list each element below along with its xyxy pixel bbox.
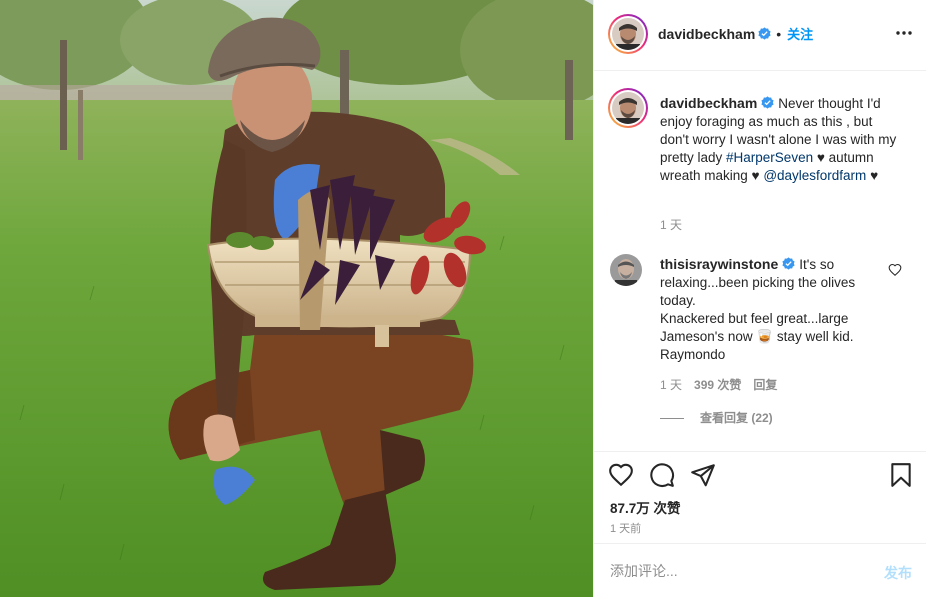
comment-meta: 1 天 399 次赞 回复	[660, 376, 789, 393]
comment-like-heart-icon[interactable]	[888, 263, 902, 277]
caption-author-avatar[interactable]	[608, 88, 648, 128]
caption-verified-badge-icon	[761, 96, 774, 109]
comment-reply-button[interactable]: 回复	[753, 378, 777, 392]
action-bar: 87.7万 次赞 1 天前	[594, 451, 926, 543]
share-icon[interactable]	[690, 462, 716, 488]
caption-meta: 1 天	[660, 216, 694, 233]
bookmark-icon[interactable]	[888, 462, 914, 488]
hashtag-link[interactable]: #HarperSeven	[726, 150, 813, 165]
commenter-avatar-image	[610, 254, 642, 286]
post-comment-button[interactable]: 发布	[884, 563, 912, 583]
caption-text: davidbeckham Never thought I'd enjoy fora…	[660, 94, 900, 185]
caption-age[interactable]: 1 天	[660, 218, 682, 232]
caption-avatar-image	[612, 92, 644, 124]
header-dot-separator: •	[776, 26, 782, 42]
post-header: davidbeckham • 关注	[594, 0, 926, 71]
header-username[interactable]: davidbeckham	[658, 26, 755, 42]
commenter-verified-badge-icon	[782, 257, 795, 270]
comment-icon[interactable]	[649, 462, 675, 488]
post-photo[interactable]	[0, 0, 593, 597]
commenter-username[interactable]: thisisraywinstone	[660, 256, 778, 272]
author-avatar-image	[612, 18, 644, 50]
verified-badge-icon	[758, 27, 771, 40]
caption-username[interactable]: davidbeckham	[660, 95, 757, 111]
more-options-icon[interactable]	[895, 24, 913, 42]
view-replies-label: 查看回复 (22)	[700, 411, 773, 425]
comment-text-line-2: Knackered but feel great...large Jameson…	[660, 311, 854, 344]
commenter-avatar[interactable]	[610, 254, 642, 286]
caption-text-part-3: ♥	[866, 168, 879, 183]
mention-link[interactable]: @daylesfordfarm	[763, 168, 866, 183]
author-avatar[interactable]	[608, 14, 648, 54]
view-replies-button[interactable]: 查看回复 (22)	[660, 409, 773, 426]
follow-button[interactable]: 关注	[787, 27, 813, 42]
comment-text-line-3: Raymondo	[660, 347, 726, 362]
comment-composer: 发布	[594, 543, 926, 597]
post-dialog: davidbeckham • 关注 davidbeckham Never though…	[0, 0, 926, 597]
add-comment-input[interactable]	[610, 561, 860, 581]
post-side-panel: davidbeckham • 关注 davidbeckham Never though…	[593, 0, 926, 597]
comment-likes-count[interactable]: 399 次赞	[694, 378, 741, 392]
comment-age[interactable]: 1 天	[660, 378, 682, 392]
header-user-info: davidbeckham • 关注	[658, 24, 813, 43]
view-replies-divider	[660, 418, 684, 420]
post-timestamp[interactable]: 1 天前	[610, 520, 641, 536]
post-photo-illustration	[0, 0, 593, 597]
comment-text: thisisraywinstone It's so relaxing...been…	[660, 255, 875, 364]
heart-icon[interactable]	[608, 462, 634, 488]
post-likes-count[interactable]: 87.7万 次赞	[610, 497, 681, 517]
